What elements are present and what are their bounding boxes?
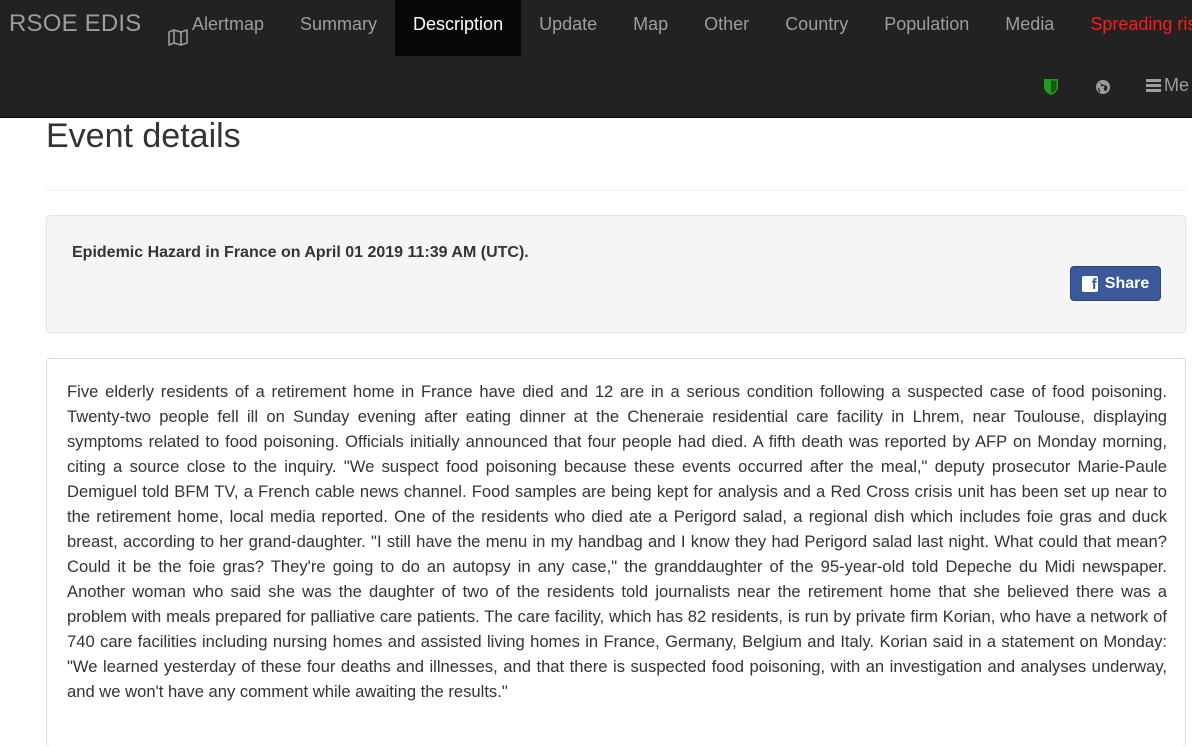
brand-link[interactable]: RSOE EDIS — [9, 11, 142, 37]
hamburger-icon — [1146, 77, 1161, 94]
title-divider — [46, 190, 1186, 191]
top-navbar: RSOE EDIS Alertmap Summary Description U… — [0, 0, 1192, 118]
page-title: Event details — [46, 117, 241, 155]
shield-icon[interactable] — [1043, 78, 1059, 101]
map-icon — [168, 16, 188, 46]
nav-item-label: Alertmap — [192, 14, 265, 34]
facebook-share-button[interactable]: f Share — [1070, 266, 1161, 301]
event-heading: Epidemic Hazard in France on April 01 20… — [72, 244, 529, 261]
nav-item-alertmap[interactable]: Alertmap — [150, 0, 282, 56]
menu-button[interactable]: Me — [1146, 75, 1189, 96]
globe-icon[interactable] — [1095, 79, 1111, 100]
nav-item-media[interactable]: Media — [987, 0, 1072, 56]
nav-item-other[interactable]: Other — [686, 0, 767, 56]
nav-item-population[interactable]: Population — [866, 0, 987, 56]
event-description-text: Five elderly residents of a retirement h… — [67, 382, 1167, 701]
nav-item-description[interactable]: Description — [395, 0, 522, 56]
facebook-icon: f — [1081, 275, 1098, 292]
nav-item-summary[interactable]: Summary — [282, 0, 395, 56]
nav-item-country[interactable]: Country — [767, 0, 866, 56]
event-summary-well: Epidemic Hazard in France on April 01 20… — [46, 215, 1186, 333]
menu-label: Me — [1164, 75, 1190, 95]
nav-item-map[interactable]: Map — [615, 0, 686, 56]
nav-item-update[interactable]: Update — [521, 0, 615, 56]
main-nav: Alertmap Summary Description Update Map … — [150, 0, 1192, 56]
share-label: Share — [1104, 274, 1150, 292]
nav-item-spreading-risk[interactable]: Spreading ris — [1072, 0, 1192, 56]
description-panel: Five elderly residents of a retirement h… — [46, 358, 1186, 747]
